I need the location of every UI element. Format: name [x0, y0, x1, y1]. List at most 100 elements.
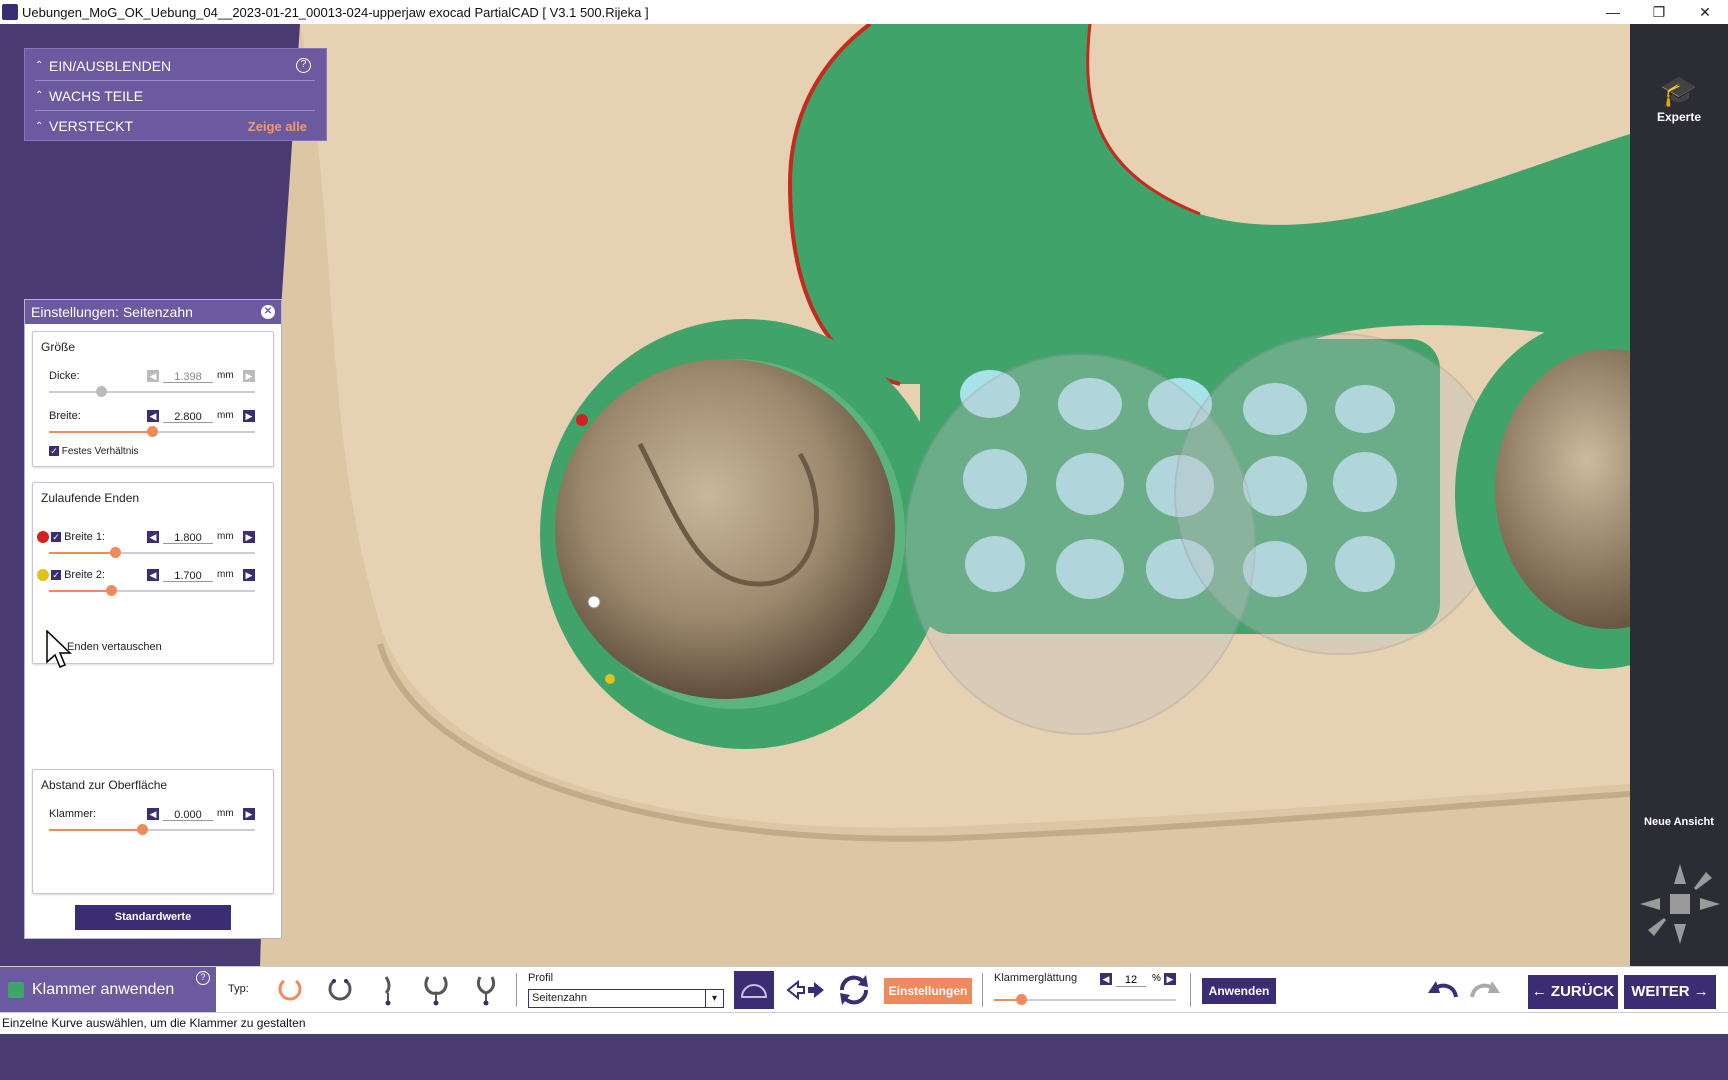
checkbox-checked-icon[interactable]: ✓ — [49, 446, 59, 457]
redo-icon[interactable] — [1466, 973, 1502, 1007]
slider-handle[interactable] — [1016, 994, 1028, 1005]
end-width-1-param: ✓ Breite 1: ◀ 1.800 mm ▶ — [49, 531, 265, 571]
smoothing-slider[interactable] — [994, 994, 1176, 1005]
close-icon[interactable]: ✕ — [261, 305, 275, 319]
maximize-button[interactable]: ❐ — [1636, 0, 1682, 24]
width-param: Breite: ◀ 2.800 mm ▶ — [49, 410, 265, 450]
app-icon — [2, 4, 18, 20]
undo-icon[interactable] — [1426, 973, 1462, 1007]
group-title: Größe — [41, 340, 76, 354]
settings-button[interactable]: Einstellungen — [884, 978, 972, 1004]
thickness-param: Dicke: ◀ 1.398 mm ▶ — [49, 370, 265, 410]
close-window-button[interactable]: ✕ — [1682, 0, 1728, 24]
increase-clasp-button[interactable]: ▶ — [243, 808, 255, 820]
back-button[interactable]: ← ZURÜCK — [1528, 975, 1618, 1009]
clasp-type-open-ring-icon[interactable] — [274, 973, 306, 1007]
next-label: WEITER — [1631, 983, 1690, 1000]
slider-handle[interactable] — [95, 386, 107, 397]
minimize-button[interactable]: — — [1590, 0, 1636, 24]
smoothing-input[interactable]: 12 — [1116, 974, 1146, 987]
apply-button[interactable]: Anwenden — [1202, 978, 1276, 1004]
clasp-type-rpi-icon[interactable] — [470, 973, 502, 1007]
defaults-button[interactable]: Standardwerte — [75, 905, 231, 930]
chevron-down-icon: ▾ — [705, 990, 723, 1007]
checkbox-checked-icon[interactable]: ✓ — [51, 532, 61, 543]
view-cube-icon[interactable] — [1638, 862, 1722, 946]
cross-section-shape-button[interactable] — [734, 971, 774, 1009]
smoothing-stepper: ◀ 12 % ▶ — [1100, 973, 1180, 987]
width-input[interactable]: 2.800 — [163, 411, 213, 423]
size-group: Größe Dicke: ◀ 1.398 mm ▶ Breite: ◀ 2.80… — [32, 331, 274, 467]
next-button[interactable]: WEITER → — [1624, 975, 1716, 1009]
expert-mode-button[interactable]: 🎓 Experte — [1630, 74, 1728, 124]
thickness-input[interactable]: 1.398 — [163, 371, 213, 383]
section-versteckt[interactable]: ⌃ VERSTECKT Zeige alle — [35, 111, 315, 141]
show-all-link[interactable]: Zeige alle — [248, 119, 307, 134]
increase-thickness-button[interactable]: ▶ — [243, 370, 255, 382]
surface-distance-group: Abstand zur Oberfläche Klammer: ◀ 0.000 … — [32, 769, 274, 894]
section-wachs-teile[interactable]: ⌃ WACHS TEILE — [35, 81, 315, 111]
section-label: EIN/AUSBLENDEN — [49, 57, 172, 74]
window-controls: — ❐ ✕ — [1590, 0, 1728, 24]
clasp-type-double-arm-icon[interactable] — [420, 973, 452, 1007]
slider-handle[interactable] — [147, 426, 158, 437]
param-label: Breite: — [49, 410, 81, 422]
width1-input[interactable]: 1.800 — [163, 532, 213, 544]
percent-unit: % — [1152, 973, 1161, 984]
flip-direction-icon[interactable] — [786, 973, 826, 1007]
unit-label: mm — [217, 410, 234, 421]
window-background — [0, 1034, 1728, 1080]
param-label: Dicke: — [49, 370, 80, 382]
tool-title-block: Klammer anwenden ? — [0, 967, 216, 1013]
decrease-width2-button[interactable]: ◀ — [147, 569, 159, 581]
right-sidebar: 🎓 Experte Neue Ansicht — [1630, 24, 1728, 966]
param-label: Klammer: — [49, 808, 97, 820]
width2-slider[interactable] — [49, 590, 255, 592]
checkbox-checked-icon[interactable]: ✓ — [51, 570, 61, 581]
chevron-up-icon: ⌃ — [35, 90, 44, 101]
toolbar-divider — [982, 973, 983, 1007]
bottom-toolbar: Klammer anwenden ? Typ: Profil Seitenzah… — [0, 966, 1728, 1013]
thickness-slider[interactable] — [49, 391, 255, 393]
slider-handle[interactable] — [105, 585, 117, 596]
decrease-width-button[interactable]: ◀ — [147, 410, 159, 422]
refresh-icon[interactable] — [836, 973, 872, 1007]
section-ein-ausblenden[interactable]: ⌃ EIN/AUSBLENDEN ? — [35, 51, 315, 81]
clasp-distance-param: Klammer: ◀ 0.000 mm ▶ — [49, 808, 265, 848]
fixed-ratio-checkbox[interactable]: ✓ Festes Verhältnis — [49, 446, 139, 457]
settings-panel: Einstellungen: Seitenzahn ✕ Größe Dicke:… — [24, 299, 282, 939]
half-round-profile-icon — [740, 984, 768, 998]
toolbar-divider — [516, 973, 517, 1007]
help-icon[interactable]: ? — [196, 971, 210, 985]
clasp-type-ring-icon[interactable] — [324, 973, 356, 1007]
settings-header: Einstellungen: Seitenzahn ✕ — [25, 300, 281, 324]
profile-select[interactable]: Seitenzahn ▾ — [528, 989, 724, 1008]
increase-width-button[interactable]: ▶ — [243, 410, 255, 422]
increase-width2-button[interactable]: ▶ — [243, 569, 255, 581]
clasp-input[interactable]: 0.000 — [163, 809, 213, 821]
clasp-type-bar-icon[interactable] — [372, 973, 404, 1007]
clasp-tool-icon — [8, 982, 24, 998]
graduation-cap-icon: 🎓 — [1660, 75, 1698, 108]
unit-label: mm — [217, 569, 234, 580]
new-view-label: Neue Ansicht — [1644, 816, 1714, 828]
param-label-group: ✓ Breite 1: — [51, 531, 105, 543]
width2-input[interactable]: 1.700 — [163, 570, 213, 582]
app-window: Uebungen_MoG_OK_Uebung_04__2023-01-21_00… — [0, 0, 1728, 1080]
increase-smoothing-button[interactable]: ▶ — [1164, 973, 1176, 985]
decrease-smoothing-button[interactable]: ◀ — [1100, 973, 1112, 985]
swap-ends-button[interactable]: Enden vertauschen — [67, 641, 162, 653]
clasp-slider[interactable] — [49, 829, 255, 831]
red-marker-dot — [37, 531, 49, 543]
decrease-thickness-button[interactable]: ◀ — [147, 370, 159, 382]
help-icon[interactable]: ? — [296, 58, 311, 73]
slider-handle[interactable] — [109, 547, 121, 558]
width1-slider[interactable] — [49, 552, 255, 554]
decrease-clasp-button[interactable]: ◀ — [147, 808, 159, 820]
chevron-up-icon: ⌃ — [35, 120, 44, 132]
slider-handle[interactable] — [136, 824, 148, 835]
increase-width1-button[interactable]: ▶ — [243, 531, 255, 543]
profile-label: Profil — [528, 972, 554, 984]
section-label: WACHS TEILE — [49, 87, 144, 104]
decrease-width1-button[interactable]: ◀ — [147, 531, 159, 543]
